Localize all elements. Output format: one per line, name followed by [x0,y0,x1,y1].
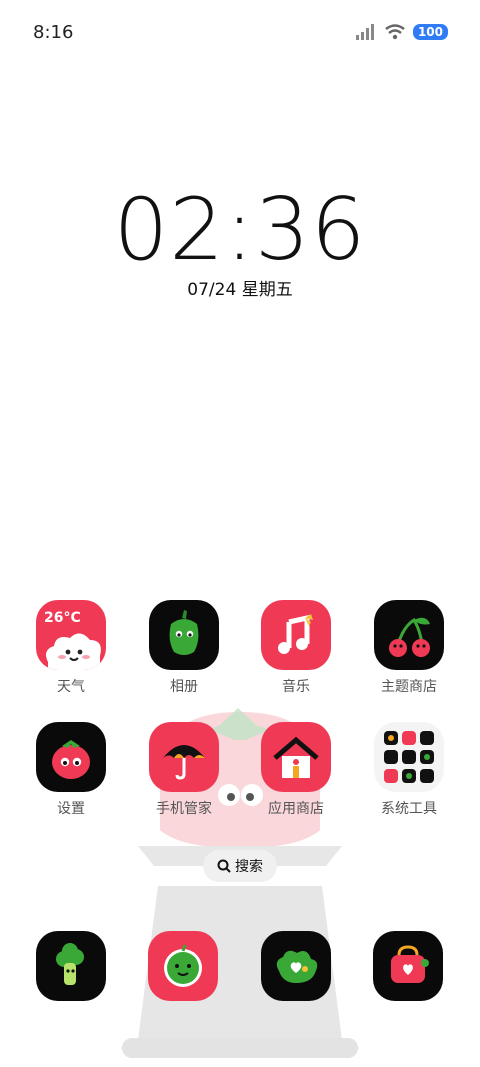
app-photos[interactable]: 相册 [134,600,234,696]
tomato-mascot-wallpaper [122,708,358,1058]
app-label: 设置 [57,801,85,817]
house-icon [261,722,331,792]
app-label: 天气 [57,679,85,695]
app-app-store[interactable]: 应用商店 [246,722,346,818]
search-button[interactable]: 搜索 [203,850,277,882]
app-label: 相册 [170,679,198,695]
dock-app-messages[interactable] [148,931,218,1001]
app-weather[interactable]: 26°C 天气 [21,600,121,696]
app-settings[interactable]: 设置 [21,722,121,818]
dock-app-browser[interactable] [261,931,331,1001]
bell-pepper-icon [149,600,219,670]
app-label: 应用商店 [268,801,324,817]
app-label: 主题商店 [381,679,437,695]
folder-icon [374,722,444,792]
broccoli-icon [56,943,84,985]
lockscreen-date: 07/24 星期五 [187,280,293,300]
music-note-icon [261,600,331,670]
status-icons: 100 [355,24,448,40]
tomato-icon [36,722,106,792]
status-bar: 8:16 100 [0,0,480,68]
cherry-icon [374,600,444,670]
app-system-tools-folder[interactable]: 系统工具 [359,722,459,818]
search-icon [217,859,231,873]
weather-icon: 26°C [36,600,106,670]
wifi-icon [385,24,405,40]
lockscreen-clock: 02:36 [113,180,367,280]
app-label: 系统工具 [381,801,437,817]
battery-indicator: 100 [412,24,448,40]
red-bag-icon [391,945,429,983]
status-time: 8:16 [33,22,74,43]
app-phone-manager[interactable]: 手机管家 [134,722,234,818]
app-label: 手机管家 [156,801,212,817]
heart-cloud-icon [276,950,318,983]
dock-app-camera[interactable] [373,931,443,1001]
app-label: 音乐 [282,679,310,695]
app-theme-store[interactable]: 主题商店 [359,600,459,696]
app-music[interactable]: 音乐 [246,600,346,696]
signal-icon [355,24,374,40]
umbrella-icon [149,722,219,792]
green-apple-icon [164,944,202,987]
weather-temp: 26°C [44,610,81,626]
dock-app-phone[interactable] [36,931,106,1001]
search-label: 搜索 [235,859,263,875]
